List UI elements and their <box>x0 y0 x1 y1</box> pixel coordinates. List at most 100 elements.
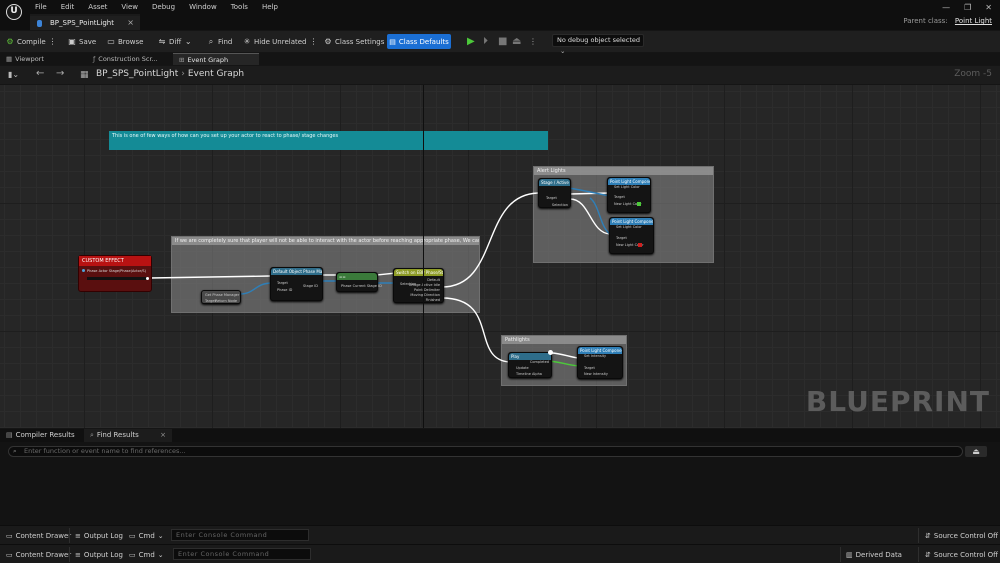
node-title: Switch on EBP Phase/Stage <box>394 269 443 276</box>
set-light-color-node-2[interactable]: Point Light Component Set Light Color Ta… <box>609 217 654 254</box>
reroute-node[interactable] <box>548 350 553 355</box>
breadcrumb: BP_SPS_PointLight › Event Graph <box>96 69 244 79</box>
window-controls: — ❐ ✕ <box>928 3 992 12</box>
source-control-label: Source Control Off <box>933 550 999 559</box>
diff-button[interactable]: ⇋ Diff ⌄ <box>158 35 192 48</box>
close-tab-icon[interactable]: × <box>127 18 134 27</box>
parent-class-link[interactable]: Point Light <box>955 17 992 25</box>
alert-get-node[interactable]: Stage / Active Stage ID Target Selection <box>538 178 571 208</box>
tab-find-results[interactable]: ⌕ Find Results × <box>84 429 172 442</box>
timeline-node[interactable]: Play Completed Update Timeline Alpha <box>508 352 552 378</box>
source-control-button[interactable]: ⇵ Source Control Off <box>925 530 998 541</box>
class-settings-button[interactable]: ⚙ Class Settings <box>324 35 384 48</box>
terminal-icon: ▭ <box>129 550 136 559</box>
find-options-button[interactable]: ⏏ <box>965 446 987 457</box>
tab-viewport[interactable]: ▦ Viewport <box>0 53 86 65</box>
bottom-panel: ▤ Compiler Results ⌕ Find Results × ⌕ Ente… <box>0 429 1000 525</box>
back-arrow-icon[interactable]: ← <box>36 68 44 79</box>
minimize-icon[interactable]: — <box>942 3 950 12</box>
more-vert-icon[interactable]: ⋮ <box>529 37 537 46</box>
get-manager-node[interactable]: Get Phase Manager Target Return Node <box>201 290 241 304</box>
console-input[interactable]: Enter Console Command <box>173 548 311 560</box>
exec-wire <box>441 192 539 288</box>
derived-data-button[interactable]: ▥ Derived Data <box>846 549 902 560</box>
output-log-button[interactable]: ≡ Output Log <box>75 549 123 560</box>
diff-icon: ⇋ <box>158 36 166 46</box>
source-control-button[interactable]: ⇵ Source Control Off <box>925 549 998 560</box>
compile-label: Compile <box>17 37 46 46</box>
find-button[interactable]: ⌕ Find <box>207 35 233 48</box>
equal-node[interactable]: == Phase Current Stage ID <box>336 272 382 292</box>
chevron-down-icon: ⌄ <box>157 550 164 559</box>
menu-tools[interactable]: Tools <box>231 3 248 11</box>
get-phase-node[interactable]: Default Object Phase Manager Target Phas… <box>270 267 323 301</box>
color-swatch-red[interactable] <box>638 243 642 247</box>
tab-compiler-results[interactable]: ▤ Compiler Results <box>0 429 83 442</box>
menu-edit[interactable]: Edit <box>61 3 75 11</box>
close-tab-icon[interactable]: × <box>160 429 166 442</box>
set-intensity-node[interactable]: Point Light Component Set Intensity Targ… <box>577 346 623 379</box>
find-placeholder: Enter function or event name to find ref… <box>24 447 186 455</box>
custom-event-exec <box>87 277 147 280</box>
more-vert-icon[interactable]: ⋮ <box>310 37 318 46</box>
color-swatch-green[interactable] <box>637 202 641 206</box>
menu-window[interactable]: Window <box>189 3 217 11</box>
debug-object-select[interactable]: No debug object selected ⌄ <box>552 34 644 55</box>
pin-object[interactable] <box>82 269 85 272</box>
close-window-icon[interactable]: ✕ <box>985 3 992 12</box>
chevron-down-icon: ⌄ <box>157 531 164 540</box>
unreal-logo-icon[interactable]: U <box>6 4 22 20</box>
find-references-input[interactable]: ⌕ Enter function or event name to find r… <box>8 446 963 457</box>
compile-icon: ⚙ <box>6 36 14 46</box>
content-drawer-button[interactable]: ▭ Content Drawer <box>6 549 71 560</box>
breadcrumb-root[interactable]: BP_SPS_PointLight <box>96 69 178 79</box>
save-button[interactable]: ▣ Save <box>68 35 96 48</box>
document-tab[interactable]: BP_SPS_PointLight × <box>30 14 140 30</box>
exec-wire <box>441 297 511 363</box>
pin-label: Selection <box>551 203 568 207</box>
eject-icon[interactable]: ⏏ <box>512 36 521 47</box>
console-input[interactable]: Enter Console Command <box>171 529 309 541</box>
play-icon[interactable]: ▶ <box>467 36 475 47</box>
zoom-level: Zoom -5 <box>954 69 992 79</box>
output-log-button[interactable]: ≡ Output Log <box>75 530 123 541</box>
menu-debug[interactable]: Debug <box>152 3 175 11</box>
breadcrumb-leaf[interactable]: Event Graph <box>188 69 244 79</box>
compile-button[interactable]: ⚙ Compile ⋮ <box>6 35 57 48</box>
graph-options-icon[interactable]: ▮⌄ <box>8 70 19 79</box>
step-icon[interactable]: ⏵ <box>483 36 488 47</box>
event-graph-canvas[interactable]: This is one of few ways of how can you s… <box>0 85 1000 428</box>
cmd-button[interactable]: ▭ Cmd ⌄ <box>129 549 164 560</box>
class-defaults-icon: ▤ <box>389 37 396 46</box>
pin-exec-out[interactable] <box>146 277 149 280</box>
content-drawer-button[interactable]: ▭ Content Drawer <box>6 530 71 541</box>
cmd-label: Cmd <box>138 531 155 540</box>
more-vert-icon[interactable]: ⋮ <box>49 37 57 46</box>
menu-help[interactable]: Help <box>262 3 278 11</box>
node-title: Default Object Phase Manager <box>271 268 322 275</box>
cmd-button[interactable]: ▭ Cmd ⌄ <box>129 530 164 541</box>
tab-viewport-label: Viewport <box>15 55 44 63</box>
forward-arrow-icon[interactable]: → <box>56 68 64 79</box>
menu-file[interactable]: File <box>35 3 47 11</box>
node-title: Stage / Active Stage ID <box>539 179 570 186</box>
output-log-label: Output Log <box>83 531 123 540</box>
class-defaults-button[interactable]: ▤ Class Defaults <box>387 34 451 49</box>
tab-construction-script[interactable]: ƒ Construction Scr... <box>87 53 172 65</box>
tab-event-graph[interactable]: ⊞ Event Graph <box>173 53 259 65</box>
menu-asset[interactable]: Asset <box>88 3 107 11</box>
browse-label: Browse <box>118 37 144 46</box>
switch-node[interactable]: Switch on EBP Phase/Stage Selection Defa… <box>393 268 444 303</box>
browse-button[interactable]: ▭ Browse <box>107 35 144 48</box>
list-icon: ▤ <box>6 431 13 439</box>
tab-event-graph-label: Event Graph <box>187 56 229 64</box>
drawer-icon: ▭ <box>6 531 13 540</box>
hide-unrelated-button[interactable]: ✳ Hide Unrelated ⋮ <box>243 35 318 48</box>
cmd-label: Cmd <box>138 550 155 559</box>
menu-view[interactable]: View <box>121 3 138 11</box>
stop-icon[interactable]: ■ <box>498 36 507 47</box>
restore-icon[interactable]: ❐ <box>964 3 971 12</box>
custom-event-node[interactable]: CUSTOM EFFECT Phase Actor Stage/Phase(Ac… <box>78 255 152 292</box>
node-title: Point Light Component <box>610 218 653 225</box>
set-light-color-node-1[interactable]: Point Light Component Set Light Color Ta… <box>607 177 651 213</box>
